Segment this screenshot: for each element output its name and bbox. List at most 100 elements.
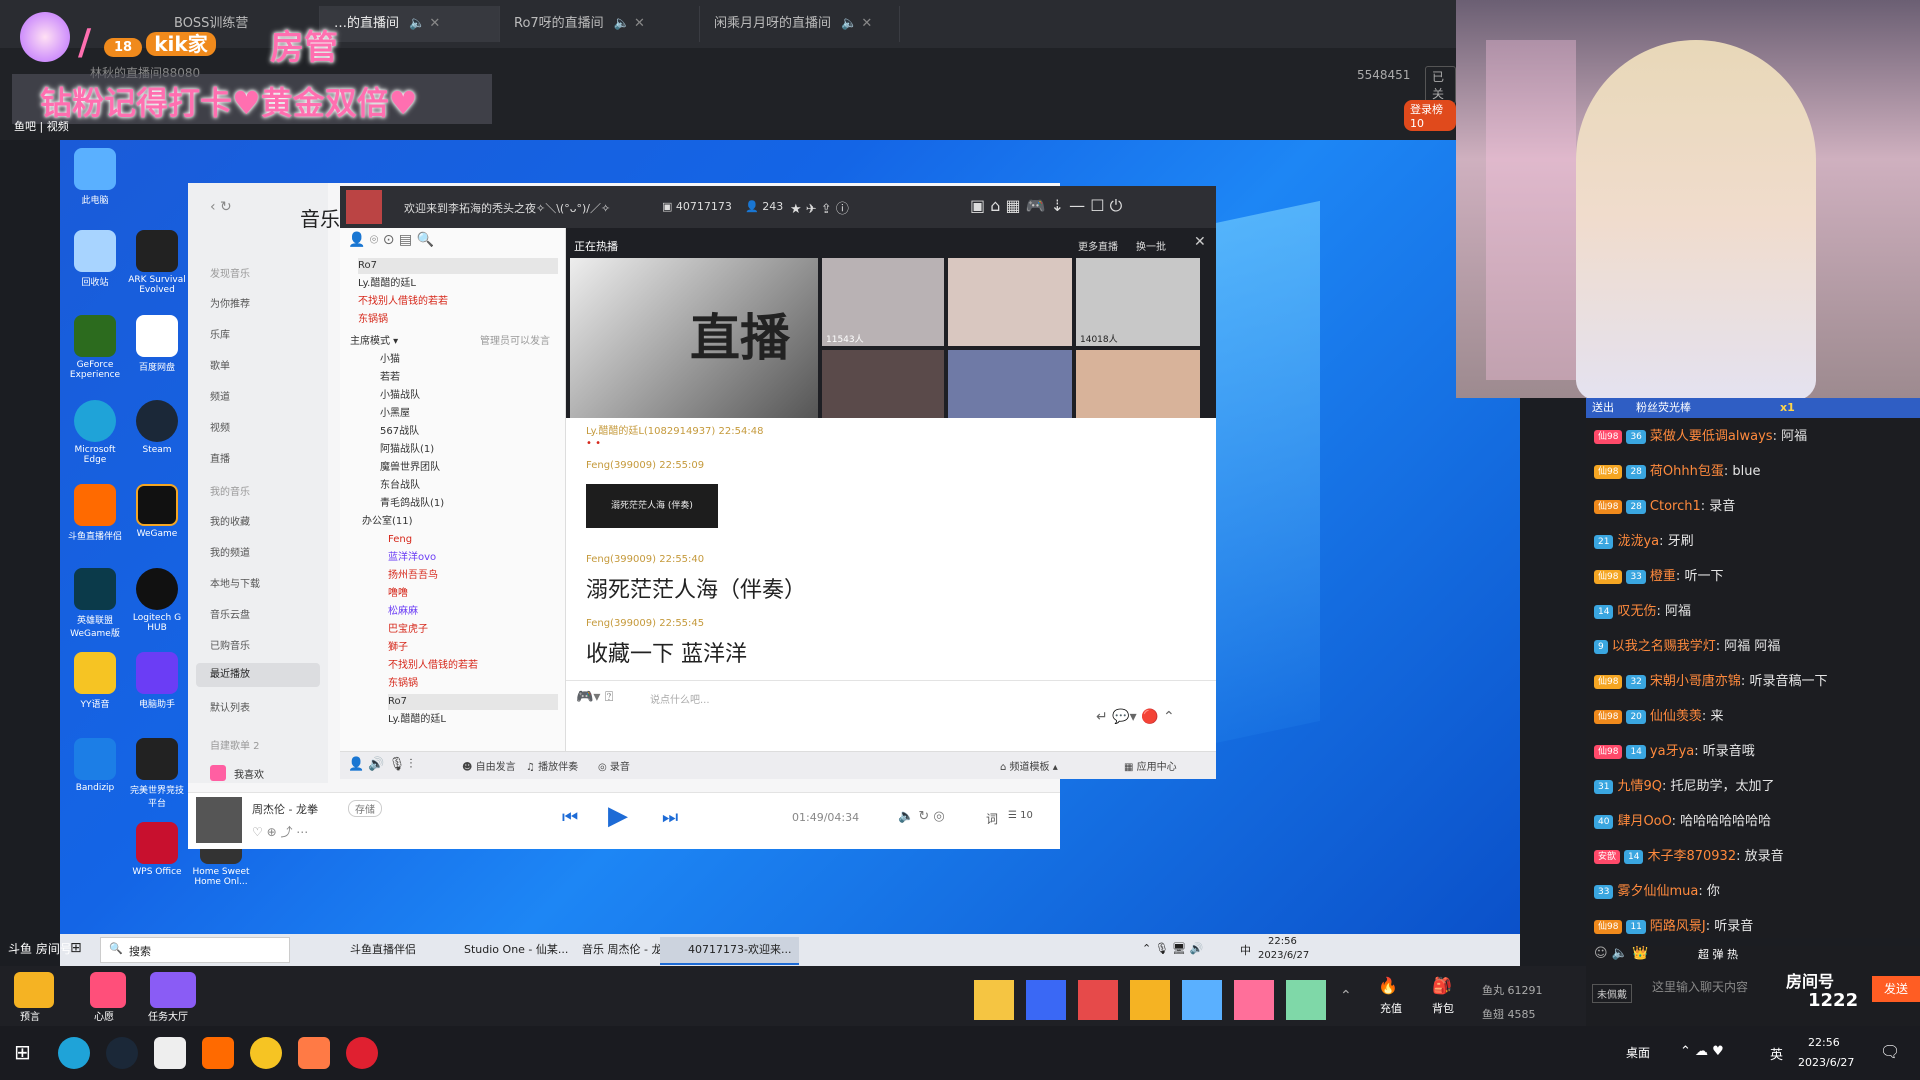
menu-playlists[interactable]: 歌单 [210,357,230,372]
channel-actions[interactable]: ★ ✈ ⇪ ⓘ [790,198,849,217]
tray-icons[interactable]: ⌃ 🎙 🖥 🔊 [1142,942,1203,955]
douyu-companion-icon[interactable]: 斗鱼直播伴侣 [64,484,126,542]
list-item[interactable]: 阿猫战队(1) [380,442,434,458]
app-icon[interactable] [154,1037,186,1069]
task-hall-icon[interactable] [150,972,196,1008]
chat-username[interactable]: 陌路风景J [1650,919,1706,934]
close-icon[interactable]: 🔈 ✕ [614,16,645,31]
yy-icon[interactable] [250,1037,282,1069]
edge-icon[interactable] [58,1037,90,1069]
list-item[interactable]: 567战队 [380,424,419,440]
record-button[interactable]: ◎ 录音 [598,758,630,773]
chevron-up-icon[interactable]: ⌃ [1340,988,1352,1004]
mic-controls[interactable]: 👤 🔊 🎙 ⫶ [348,757,413,772]
wish-icon[interactable] [90,972,126,1008]
menu-video[interactable]: 视频 [210,419,230,434]
chat-username[interactable]: 仙仙羡羡 [1650,709,1702,724]
close-icon[interactable]: ✕ [1194,234,1206,250]
live-thumb-main[interactable]: 直播 [570,258,818,418]
list-item[interactable]: 不找别人借钱的若若 [388,658,478,674]
prophecy-icon[interactable] [14,972,54,1008]
steam-icon[interactable]: Steam [126,400,188,455]
refresh-link[interactable]: 换一批 [1136,238,1166,253]
live-thumb[interactable]: 14018人 [1076,258,1200,346]
gift-item-icon[interactable] [1286,980,1326,1020]
chat-username[interactable]: 肆月OoO [1617,814,1671,829]
gift-item-icon[interactable] [1234,980,1274,1020]
more-live-link[interactable]: 更多直播 [1078,238,1118,253]
list-item[interactable]: 獅子 [388,640,408,656]
taskbar-search[interactable]: 🔍 搜索 [100,937,290,963]
chat-username[interactable]: 橙重 [1650,569,1676,584]
tab-ro7[interactable]: Ro7呀的直播间 🔈 ✕ [500,6,700,42]
chat-input[interactable]: 这里输入聊天内容 [1652,978,1748,995]
list-item-office[interactable]: 办公室(11) [362,514,413,530]
send-controls[interactable]: ↵ 💬▾ 🔴 ⌃ [1096,709,1175,725]
chat-username[interactable]: 以我之名赐我学灯 [1612,639,1716,654]
wegame-icon[interactable]: WeGame [126,484,188,539]
chat-username[interactable]: 叹无伤 [1617,604,1656,619]
song-title[interactable]: 周杰伦 - 龙拳 [252,801,318,817]
list-item[interactable]: 东台战队 [380,478,420,494]
live-thumb[interactable] [1076,350,1200,418]
douyu-companion-icon[interactable] [298,1037,330,1069]
edge-icon[interactable]: Microsoft Edge [64,400,126,465]
free-speech-button[interactable]: ☻ 自由发言 [462,758,516,773]
wps-icon[interactable]: WPS Office [126,822,188,877]
live-thumb[interactable] [822,350,944,418]
list-item[interactable]: Ro7 [358,258,558,274]
chat-username[interactable]: 荷Ohhh包蛋 [1650,464,1724,479]
perfect-world-icon[interactable]: 完美世界竞技平台 [126,738,188,809]
taskbar-yy[interactable]: 40717173-欢迎来... [660,937,800,965]
list-item[interactable]: 青毛鸽战队(1) [380,496,444,512]
bandizip-icon[interactable]: Bandizip [64,738,126,793]
menu-live[interactable]: 直播 [210,450,230,465]
menu-channels[interactable]: 频道 [210,388,230,403]
chat-username[interactable]: Ctorch1 [1650,499,1701,514]
pc-assistant-icon[interactable]: 电脑助手 [126,652,188,710]
notification-icon[interactable]: 🗨 [1880,1042,1900,1061]
list-item[interactable]: Ly.醋醋的廷L [388,712,446,728]
gift-item-icon[interactable] [1130,980,1170,1020]
prev-button[interactable]: ⏮ [562,807,578,828]
live-thumb[interactable] [948,350,1072,418]
recycle-bin-icon[interactable]: 回收站 [64,230,126,288]
chat-username[interactable]: 木子李870932 [1647,849,1736,864]
backpack-icon[interactable]: 🎒 [1432,976,1452,995]
follow-button[interactable]: 已关 [1425,66,1456,104]
list-item[interactable]: 若若 [380,370,400,386]
list-item[interactable]: 东锅锅 [358,312,388,328]
netease-music-icon[interactable] [346,1037,378,1069]
chat-username[interactable]: ya牙ya [1650,744,1694,759]
list-item[interactable]: 不找别人借钱的若若 [358,294,448,310]
list-item[interactable]: 蓝洋洋ovo [388,550,436,566]
recharge-button[interactable]: 充值 [1380,1000,1402,1016]
app-center-button[interactable]: ▦ 应用中心 [1124,758,1177,773]
tray-icons[interactable]: ⌃ ☁ ♥ [1680,1044,1724,1059]
menu-recent[interactable]: 最近播放 [196,663,320,687]
list-item[interactable]: 魔兽世界团队 [380,460,440,476]
song-card[interactable]: 溺死茫茫人海 (伴奏) [586,484,718,528]
emoji-icon[interactable]: 🎮▾ ⍰ [576,689,613,705]
window-controls[interactable]: ▣ ⌂ ▦ 🎮 ⇣ — ☐ ⏻ [970,196,1122,216]
ghub-icon[interactable]: Logitech G HUB [126,568,188,633]
list-toolbar[interactable]: 👤 ⌾ ⊙ ▤ 🔍 [348,232,434,248]
chat-username[interactable]: 雾夕仙仙mua [1617,884,1698,899]
list-item[interactable]: Ly.醋醋的廷L [358,276,416,292]
menu-library[interactable]: 乐库 [210,326,230,341]
list-item[interactable]: 小猫战队 [380,388,420,404]
mode-select[interactable]: 主席模式 ▾ [350,334,398,350]
douyu-icon[interactable] [202,1037,234,1069]
list-item[interactable]: 扬州吾吾鸟 [388,568,438,584]
accompany-button[interactable]: ♫ 播放伴奏 [526,758,578,773]
list-item[interactable]: 小黑屋 [380,406,410,422]
next-button[interactable]: ⏭ [662,807,678,828]
menu-recommend[interactable]: 为你推荐 [210,295,250,310]
list-item[interactable]: 东锅锅 [388,676,418,692]
album-cover[interactable] [196,797,242,843]
this-pc-icon[interactable]: 此电脑 [64,148,126,206]
lol-icon[interactable]: 英雄联盟WeGame版 [64,568,126,639]
play-button[interactable]: ▶ [608,801,628,831]
chat-tools[interactable]: 超 弹 热 [1698,946,1738,962]
gift-item-icon[interactable] [974,980,1014,1020]
